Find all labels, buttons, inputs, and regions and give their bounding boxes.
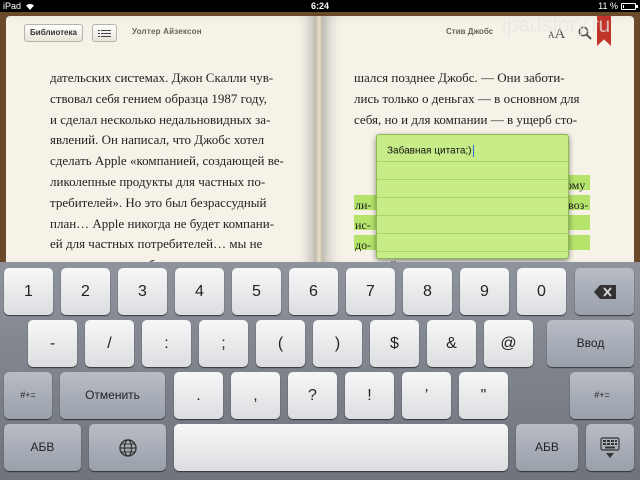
note-text-field[interactable]: Забавная цитата;) bbox=[387, 145, 474, 157]
return-key[interactable]: Ввод bbox=[547, 320, 634, 367]
symbol-key[interactable]: - bbox=[28, 320, 77, 367]
globe-icon bbox=[118, 438, 137, 457]
left-page-text-line: и сделал несколько недальновидных за- bbox=[50, 111, 271, 127]
symbol-key[interactable]: ) bbox=[313, 320, 362, 367]
left-page-text-line: дательских системах. Джон Скалли чув- bbox=[50, 70, 274, 85]
punctuation-key[interactable]: , bbox=[231, 372, 280, 419]
library-button[interactable]: Библиотека bbox=[24, 24, 83, 42]
highlight-text: ис- bbox=[355, 218, 371, 232]
symbol-key[interactable]: ; bbox=[199, 320, 248, 367]
digit-key[interactable]: 2 bbox=[61, 268, 110, 315]
text-caret bbox=[472, 145, 474, 157]
right-page-text-line: себя, но и для компании — в ущерб сто- bbox=[354, 111, 578, 127]
punctuation-key[interactable]: . bbox=[174, 372, 223, 419]
digit-key[interactable]: 6 bbox=[289, 268, 338, 315]
left-page-text-line: ствовал себя гением образца 1987 году, bbox=[50, 90, 267, 106]
watermark: ipadstory.ru bbox=[502, 14, 611, 37]
symbol-key[interactable]: @ bbox=[484, 320, 533, 367]
left-page-text-line: сделать Apple «компанией, создающей ве- bbox=[50, 153, 284, 169]
right-page-text-line: лись только о деньгах — в основном для bbox=[354, 90, 580, 106]
note-popup[interactable]: Забавная цитата;) bbox=[376, 134, 569, 259]
right-page-text-line: шался позднее Джобс. — Они заботи- bbox=[354, 70, 565, 85]
digit-key[interactable]: 5 bbox=[232, 268, 281, 315]
battery-fill bbox=[623, 5, 624, 8]
highlight-text: ли- bbox=[355, 198, 372, 212]
highlight-text: до- bbox=[355, 238, 372, 252]
globe-key[interactable] bbox=[89, 424, 166, 471]
punctuation-key[interactable]: ’ bbox=[402, 372, 451, 419]
digit-key[interactable]: 0 bbox=[517, 268, 566, 315]
digit-key[interactable]: 9 bbox=[460, 268, 509, 315]
left-page-text-line: ликолепные продукты для частных по- bbox=[50, 173, 266, 189]
book-spine bbox=[316, 16, 322, 266]
abc-key-left[interactable]: АБВ bbox=[4, 424, 81, 471]
symbols-key-right[interactable]: #+= bbox=[570, 372, 634, 419]
abc-key-right[interactable]: АБВ bbox=[516, 424, 578, 471]
punctuation-key[interactable]: ! bbox=[345, 372, 394, 419]
hide-keyboard-icon bbox=[600, 436, 620, 458]
hide-keyboard-key[interactable] bbox=[586, 424, 634, 471]
backspace-icon bbox=[593, 284, 616, 299]
symbol-key[interactable]: / bbox=[85, 320, 134, 367]
clock: 6:24 bbox=[310, 1, 329, 11]
highlight-text: воз- bbox=[568, 198, 589, 212]
digit-key[interactable]: 8 bbox=[403, 268, 452, 315]
digit-key[interactable]: 1 bbox=[4, 268, 53, 315]
table-of-contents-button[interactable] bbox=[92, 24, 117, 42]
battery-percent: 11 % bbox=[598, 1, 618, 11]
punctuation-key[interactable]: ? bbox=[288, 372, 337, 419]
digit-key[interactable]: 7 bbox=[346, 268, 395, 315]
symbols-key-left[interactable]: #+= bbox=[4, 372, 52, 419]
note-text: Забавная цитата;) bbox=[387, 145, 472, 157]
left-page-text-line: ей для частных потребителей… мы не bbox=[50, 236, 263, 252]
undo-key[interactable]: Отменить bbox=[60, 372, 165, 419]
book-view: Библиотека Уолтер Айзексон Стив Джобс AA… bbox=[0, 12, 640, 293]
digit-key[interactable]: 4 bbox=[175, 268, 224, 315]
status-bar: iPad 6:24 11 % bbox=[0, 0, 640, 12]
symbol-key[interactable]: ( bbox=[256, 320, 305, 367]
left-page-text-line: требителей». Но это был безрассудный bbox=[50, 194, 267, 210]
author-header: Уолтер Айзексон bbox=[132, 27, 202, 36]
punctuation-key[interactable]: " bbox=[459, 372, 508, 419]
left-page-text-line: план… Apple никогда не будет компани- bbox=[50, 215, 275, 231]
battery-icon bbox=[621, 3, 638, 10]
book-title-header: Стив Джобс bbox=[446, 27, 494, 36]
symbol-key[interactable]: & bbox=[427, 320, 476, 367]
left-page-text-line: явлений. Он написал, что Джобс хотел bbox=[50, 132, 265, 148]
backspace-key[interactable] bbox=[575, 268, 634, 315]
symbol-key[interactable]: : bbox=[142, 320, 191, 367]
space-key[interactable] bbox=[174, 424, 508, 471]
digit-key[interactable]: 3 bbox=[118, 268, 167, 315]
symbol-key[interactable]: $ bbox=[370, 320, 419, 367]
keyboard: Ввод #+= Отменить #+= АБВ АБВ 1234567890… bbox=[0, 262, 640, 480]
